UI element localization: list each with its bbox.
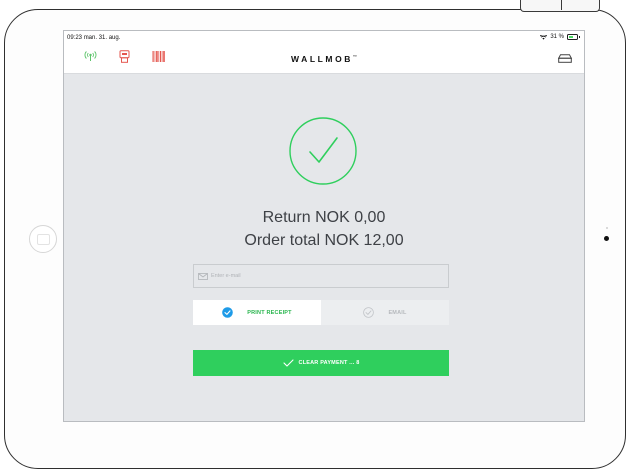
status-date: man. 31. aug. <box>83 35 121 41</box>
email-receipt-label: EMAIL <box>388 309 407 316</box>
wifi-icon <box>540 34 548 40</box>
sensor <box>606 227 608 229</box>
email-field[interactable] <box>193 264 449 288</box>
unselected-check-icon <box>363 307 375 318</box>
receipt-option-toggle: PRINT RECEIPT EMAIL <box>193 300 449 325</box>
app-screen: 09:23 man. 31. aug. 31 % WALLMOB™ Return… <box>63 30 585 422</box>
cash-drawer-icon[interactable] <box>558 54 572 63</box>
brand-logo-text: WALLMOB <box>290 54 354 64</box>
battery-percent: 31 % <box>550 34 564 40</box>
email-receipt-option[interactable]: EMAIL <box>321 300 449 325</box>
checkmark-icon <box>282 359 294 367</box>
status-indicators: 31 % <box>540 34 580 40</box>
brand-logo: WALLMOB™ <box>64 54 584 64</box>
selected-check-icon <box>222 307 234 318</box>
battery-icon <box>567 34 580 40</box>
success-check-icon <box>289 117 357 185</box>
clear-payment-button[interactable]: CLEAR PAYMENT ... 8 <box>193 350 449 376</box>
top-toolbar: WALLMOB™ <box>64 45 584 74</box>
return-amount: Return NOK 0,00 <box>262 209 386 226</box>
home-button[interactable] <box>29 225 57 253</box>
front-camera <box>604 236 609 241</box>
status-clock: 09:23 <box>67 35 83 41</box>
email-input[interactable] <box>211 273 431 279</box>
brand-trademark: ™ <box>353 54 358 60</box>
clear-payment-label: CLEAR PAYMENT ... 8 <box>298 360 360 366</box>
print-receipt-label: PRINT RECEIPT <box>247 309 292 316</box>
print-receipt-option[interactable]: PRINT RECEIPT <box>193 300 321 325</box>
device-stand <box>520 0 600 12</box>
status-bar: 09:23 man. 31. aug. 31 % <box>64 31 584 45</box>
envelope-icon <box>198 272 208 280</box>
order-total: Order total NOK 12,00 <box>244 232 404 249</box>
status-time: 09:23 man. 31. aug. <box>67 35 120 41</box>
